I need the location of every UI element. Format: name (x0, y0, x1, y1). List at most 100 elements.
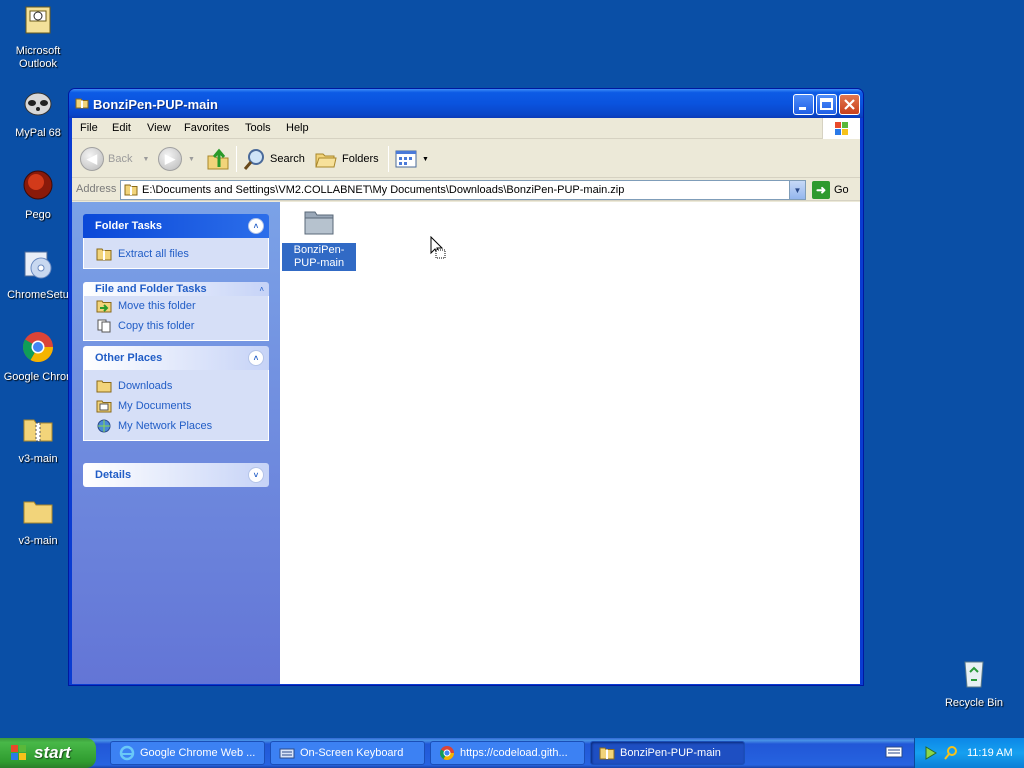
folder-tasks-header[interactable]: Folder Tasks ˄ (83, 214, 269, 238)
toolbar: ◀ Back ▼ ▶ ▼ Search Folders ▼ (72, 140, 860, 178)
expand-chevron-icon[interactable]: ˅ (248, 467, 264, 483)
desktop-icon-v3-main-folder[interactable]: v3-main (0, 494, 76, 548)
menu-view[interactable]: View (147, 122, 171, 134)
other-places-panel: Other Places ˄ Downloads My Documents My… (83, 346, 269, 441)
desktop-icon-mypal[interactable]: MyPal 68 (0, 86, 76, 140)
panel-title: Other Places (95, 352, 163, 364)
place-my-documents[interactable]: My Documents (96, 396, 268, 416)
menu-favorites[interactable]: Favorites (184, 122, 229, 134)
menu-edit[interactable]: Edit (112, 122, 131, 134)
task-label: Move this folder (118, 300, 196, 312)
close-button[interactable] (839, 94, 860, 115)
desktop-icon-label: Google Chron (3, 371, 73, 383)
menu-tools[interactable]: Tools (245, 122, 271, 134)
folders-icon (315, 153, 337, 168)
desktop-icon-v3-main-zip[interactable]: v3-main (0, 412, 76, 466)
collapse-chevron-icon[interactable]: ˄ (248, 350, 264, 366)
explorer-window[interactable]: BonziPen-PUP-main File Edit View Favorit… (68, 88, 864, 686)
task-move-folder[interactable]: Move this folder (96, 296, 268, 316)
system-tray: 11:19 AM (914, 738, 1024, 768)
ie-icon (119, 745, 135, 761)
details-header[interactable]: Details ˅ (83, 463, 269, 487)
clock[interactable]: 11:19 AM (967, 747, 1013, 759)
task-copy-folder[interactable]: Copy this folder (96, 316, 268, 336)
place-label: My Documents (118, 400, 192, 412)
outlook-icon (25, 6, 51, 34)
network-places-icon (97, 419, 111, 433)
taskbar-item-bonzipen[interactable]: BonziPen-PUP-main (590, 741, 745, 765)
search-button[interactable]: Search (242, 146, 305, 172)
folder-icon (304, 211, 334, 235)
desktop-icon-chrome[interactable]: Google Chron (0, 330, 76, 384)
desktop-icon-label: Pego (25, 209, 51, 221)
forward-dropdown-icon: ▼ (188, 155, 195, 163)
window-client: File Edit View Favorites Tools Help ◀ Ba… (72, 118, 860, 684)
place-label: Downloads (118, 380, 173, 392)
place-downloads[interactable]: Downloads (96, 376, 268, 396)
file-item-folder[interactable]: BonziPen-PUP-main (282, 208, 356, 271)
task-label: On-Screen Keyboard (300, 747, 404, 759)
address-bar: Address E:\Documents and Settings\VM2.CO… (72, 179, 860, 201)
file-folder-tasks-header[interactable]: File and Folder Tasks ˄ (83, 282, 269, 296)
file-folder-tasks-panel: File and Folder Tasks ˄ Move this folder… (83, 282, 269, 341)
taskbar-item-codeload[interactable]: https://codeload.gith... (430, 741, 585, 765)
desktop-icon-label: v3-main (18, 453, 58, 465)
task-label: Google Chrome Web ... (140, 747, 256, 759)
search-icon (243, 149, 264, 170)
other-places-body: Downloads My Documents My Network Places (83, 370, 269, 441)
pego-icon (23, 170, 53, 200)
title-bar[interactable]: BonziPen-PUP-main (69, 89, 863, 118)
collapse-chevron-icon[interactable]: ˄ (259, 285, 264, 294)
back-button[interactable]: ◀ Back ▼ (80, 146, 149, 172)
address-dropdown-button[interactable]: ▼ (789, 181, 805, 199)
views-button[interactable]: ▼ (394, 146, 429, 172)
chrome-icon (22, 332, 54, 363)
start-label: start (34, 743, 71, 762)
start-button[interactable]: start (0, 738, 96, 768)
menu-help[interactable]: Help (286, 122, 309, 134)
collapse-chevron-icon[interactable]: ˄ (248, 218, 264, 234)
task-label: Extract all files (118, 248, 189, 260)
network-tray-icon[interactable] (923, 745, 939, 761)
forward-button[interactable]: ▶ ▼ (158, 146, 195, 172)
address-input[interactable]: E:\Documents and Settings\VM2.COLLABNET\… (120, 180, 806, 200)
desktop-icon-outlook[interactable]: Microsoft Outlook (0, 4, 76, 71)
desktop-icon-recycle-bin[interactable]: Recycle Bin (936, 656, 1012, 710)
folders-button[interactable]: Folders (314, 146, 379, 172)
file-folder-tasks-body: Move this folder Copy this folder (83, 296, 269, 341)
zip-folder-icon (96, 248, 112, 261)
up-folder-icon (207, 148, 229, 170)
menu-file[interactable]: File (80, 122, 98, 134)
desktop-icon-label: v3-main (18, 535, 58, 547)
minimize-button[interactable] (793, 94, 814, 115)
go-label: Go (834, 184, 849, 196)
place-my-network-places[interactable]: My Network Places (96, 416, 268, 436)
keyboard-icon (279, 748, 295, 759)
task-label: BonziPen-PUP-main (620, 747, 721, 759)
maximize-button[interactable] (816, 94, 837, 115)
search-label: Search (270, 153, 305, 165)
taskbar-item-chrome-web[interactable]: Google Chrome Web ... (110, 741, 265, 765)
chevron-down-icon: ▼ (793, 185, 802, 195)
task-extract-all[interactable]: Extract all files (96, 244, 268, 264)
other-places-header[interactable]: Other Places ˄ (83, 346, 269, 370)
up-folder-button[interactable] (206, 146, 230, 172)
search-tray-icon[interactable] (943, 745, 959, 761)
folder-tasks-panel: Folder Tasks ˄ Extract all files (83, 214, 269, 269)
keyboard-language-icon[interactable] (885, 745, 903, 759)
go-button[interactable]: ➜ Go (812, 181, 849, 199)
back-label: Back (108, 153, 133, 165)
windows-logo-icon (11, 745, 26, 760)
folder-icon (96, 380, 112, 393)
desktop-icon-label: Outlook (19, 58, 57, 70)
windows-flag-logo (822, 118, 860, 139)
taskbar-item-osk[interactable]: On-Screen Keyboard (270, 741, 425, 765)
desktop-icon-chromesetup[interactable]: ChromeSetu (0, 248, 76, 302)
file-list[interactable]: BonziPen-PUP-main (280, 202, 860, 684)
desktop-icon-pego[interactable]: Pego (0, 168, 76, 222)
panel-title: Folder Tasks (95, 220, 163, 232)
back-arrow-icon: ◀ (80, 147, 104, 171)
copy-icon (97, 319, 111, 333)
folder-icon (23, 501, 53, 524)
zip-folder-icon (23, 419, 53, 442)
